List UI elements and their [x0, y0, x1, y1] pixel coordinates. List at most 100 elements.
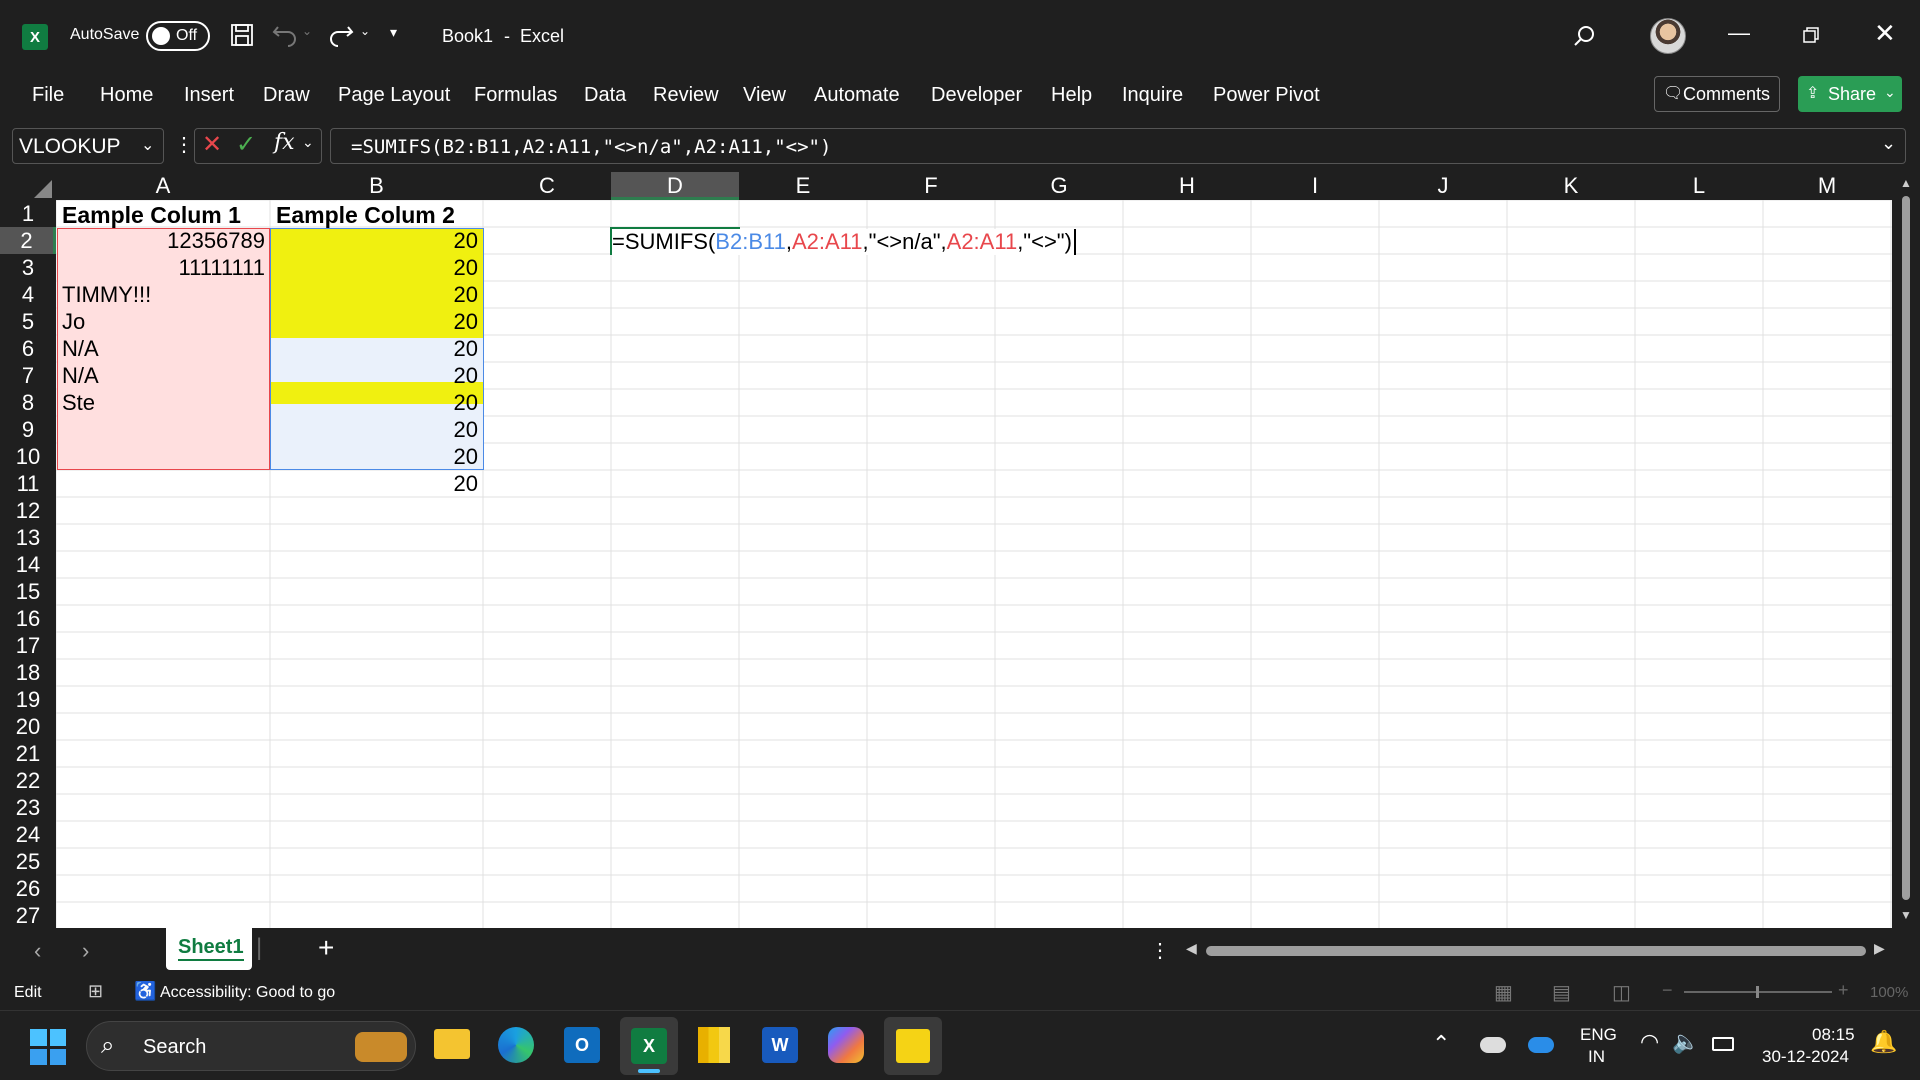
cell-a1[interactable]: Eample Colum 1 [57, 202, 246, 229]
column-header-l[interactable]: L [1635, 172, 1763, 200]
row-header-17[interactable]: 17 [0, 632, 56, 659]
row-header-25[interactable]: 25 [0, 848, 56, 875]
cell-a6[interactable]: N/A [57, 335, 104, 362]
share-button[interactable]: ⇪ Share ⌄ [1798, 76, 1902, 112]
row-header-19[interactable]: 19 [0, 686, 56, 713]
battery-icon[interactable] [1712, 1037, 1734, 1051]
cell-b8[interactable]: 20 [271, 389, 483, 416]
wifi-icon[interactable]: ◠ [1640, 1029, 1659, 1055]
row-header-20[interactable]: 20 [0, 713, 56, 740]
insert-function-icon[interactable]: fx [274, 130, 295, 155]
cell-b9[interactable]: 20 [271, 416, 483, 443]
cloud-icon[interactable] [1480, 1037, 1506, 1053]
column-header-b[interactable]: B [270, 172, 483, 200]
menu-inquire[interactable]: Inquire [1122, 84, 1183, 107]
cell-a5[interactable]: Jo [57, 308, 90, 335]
row-header-7[interactable]: 7 [0, 362, 56, 389]
show-hidden-icons-icon[interactable]: ⌃ [1432, 1031, 1450, 1057]
horizontal-scroll-thumb[interactable] [1206, 946, 1866, 956]
menu-draw[interactable]: Draw [263, 84, 310, 107]
volume-icon[interactable]: 🔈 [1672, 1029, 1699, 1055]
cell-a2[interactable]: 12356789 [57, 227, 270, 254]
expand-formula-icon[interactable]: ⌄ [1881, 133, 1896, 154]
enter-icon[interactable]: ✓ [236, 130, 256, 159]
clock-date[interactable]: 30-12-2024 [1762, 1047, 1849, 1067]
menu-review[interactable]: Review [653, 84, 719, 107]
cell-b11[interactable]: 20 [271, 470, 483, 497]
column-header-e[interactable]: E [739, 172, 867, 200]
zoom-in-icon[interactable]: + [1838, 980, 1849, 1001]
cell-b3[interactable]: 20 [271, 254, 483, 281]
sheet-tab-sheet1[interactable]: Sheet1 [166, 928, 252, 970]
scroll-down-icon[interactable]: ▼ [1900, 908, 1912, 922]
column-header-d[interactable]: D [611, 172, 739, 200]
hscroll-left-icon[interactable]: ◀ [1186, 940, 1197, 957]
add-sheet-icon[interactable]: + [318, 932, 334, 964]
scroll-up-icon[interactable]: ▲ [1900, 176, 1912, 190]
row-header-18[interactable]: 18 [0, 659, 56, 686]
formula-input[interactable]: =SUMIFS(B2:B11,A2:A11,"<>n/a",A2:A11,"<>… [330, 128, 1906, 164]
row-header-15[interactable]: 15 [0, 578, 56, 605]
row-header-4[interactable]: 4 [0, 281, 56, 308]
column-header-g[interactable]: G [995, 172, 1123, 200]
accessibility-icon[interactable]: ♿ [134, 981, 156, 1002]
cell-a8[interactable]: Ste [57, 389, 100, 416]
row-header-12[interactable]: 12 [0, 497, 56, 524]
zoom-out-icon[interactable]: − [1662, 980, 1673, 1001]
menu-file[interactable]: File [32, 84, 64, 107]
clock-time[interactable]: 08:15 [1812, 1025, 1855, 1045]
row-header-26[interactable]: 26 [0, 875, 56, 902]
cell-b6[interactable]: 20 [271, 335, 483, 362]
page-layout-view-icon[interactable]: ▤ [1552, 980, 1571, 1005]
fx-dropdown-icon[interactable]: ⌄ [302, 134, 314, 151]
copilot-icon[interactable] [828, 1027, 864, 1063]
search-icon[interactable] [1568, 20, 1600, 52]
close-icon[interactable]: ✕ [1874, 18, 1896, 49]
menu-data[interactable]: Data [584, 84, 626, 107]
excel-taskbar-icon[interactable]: X [620, 1017, 678, 1075]
undo-icon[interactable] [270, 20, 300, 50]
row-header-14[interactable]: 14 [0, 551, 56, 578]
name-box[interactable]: VLOOKUP ⌄ [12, 128, 164, 164]
cell-b4[interactable]: 20 [271, 281, 483, 308]
vertical-scrollbar[interactable]: ▲ ▼ [1892, 172, 1920, 928]
menu-formulas[interactable]: Formulas [474, 84, 557, 107]
cell-b10[interactable]: 20 [271, 443, 483, 470]
more-icon[interactable]: ⋮ [174, 132, 194, 157]
menu-automate[interactable]: Automate [814, 84, 900, 107]
column-header-m[interactable]: M [1763, 172, 1891, 200]
row-header-8[interactable]: 8 [0, 389, 56, 416]
minimize-icon[interactable]: — [1728, 20, 1750, 46]
row-header-6[interactable]: 6 [0, 335, 56, 362]
row-header-10[interactable]: 10 [0, 443, 56, 470]
row-header-21[interactable]: 21 [0, 740, 56, 767]
zoom-slider-thumb[interactable] [1756, 986, 1759, 998]
row-header-5[interactable]: 5 [0, 308, 56, 335]
customize-toolbar-icon[interactable]: ▾ [390, 24, 397, 41]
cancel-icon[interactable]: ✕ [202, 130, 222, 159]
avatar[interactable] [1650, 18, 1686, 54]
macro-record-icon[interactable]: ⊞ [88, 981, 103, 1002]
outlook-icon[interactable]: O [564, 1027, 600, 1063]
edge-icon[interactable] [498, 1027, 534, 1063]
restore-icon[interactable] [1800, 24, 1822, 46]
comments-button[interactable]: 🗨 Comments [1654, 76, 1780, 112]
language-eng[interactable]: ENG [1580, 1025, 1617, 1045]
cell-b7[interactable]: 20 [271, 362, 483, 389]
menu-developer[interactable]: Developer [931, 84, 1022, 107]
select-all-icon[interactable] [34, 180, 52, 198]
row-header-9[interactable]: 9 [0, 416, 56, 443]
worksheet-grid[interactable]: A B C D E F G H I J K L M 1 2 3 4 5 6 7 8 9 10 11 1… [0, 172, 1920, 928]
cell-b5[interactable]: 20 [271, 308, 483, 335]
zoom-slider[interactable] [1684, 986, 1832, 998]
redo-icon[interactable] [326, 20, 356, 50]
zoom-level[interactable]: 100% [1870, 984, 1908, 1001]
undo-dropdown-icon[interactable]: ⌄ [302, 24, 312, 38]
row-header-22[interactable]: 22 [0, 767, 56, 794]
menu-page-layout[interactable]: Page Layout [338, 84, 450, 107]
sticky-notes-icon[interactable] [884, 1017, 942, 1075]
hscroll-right-icon[interactable]: ▶ [1874, 940, 1885, 957]
cell-a3[interactable]: 11111111 [57, 254, 270, 281]
column-header-k[interactable]: K [1507, 172, 1635, 200]
cell-b1[interactable]: Eample Colum 2 [271, 202, 460, 229]
